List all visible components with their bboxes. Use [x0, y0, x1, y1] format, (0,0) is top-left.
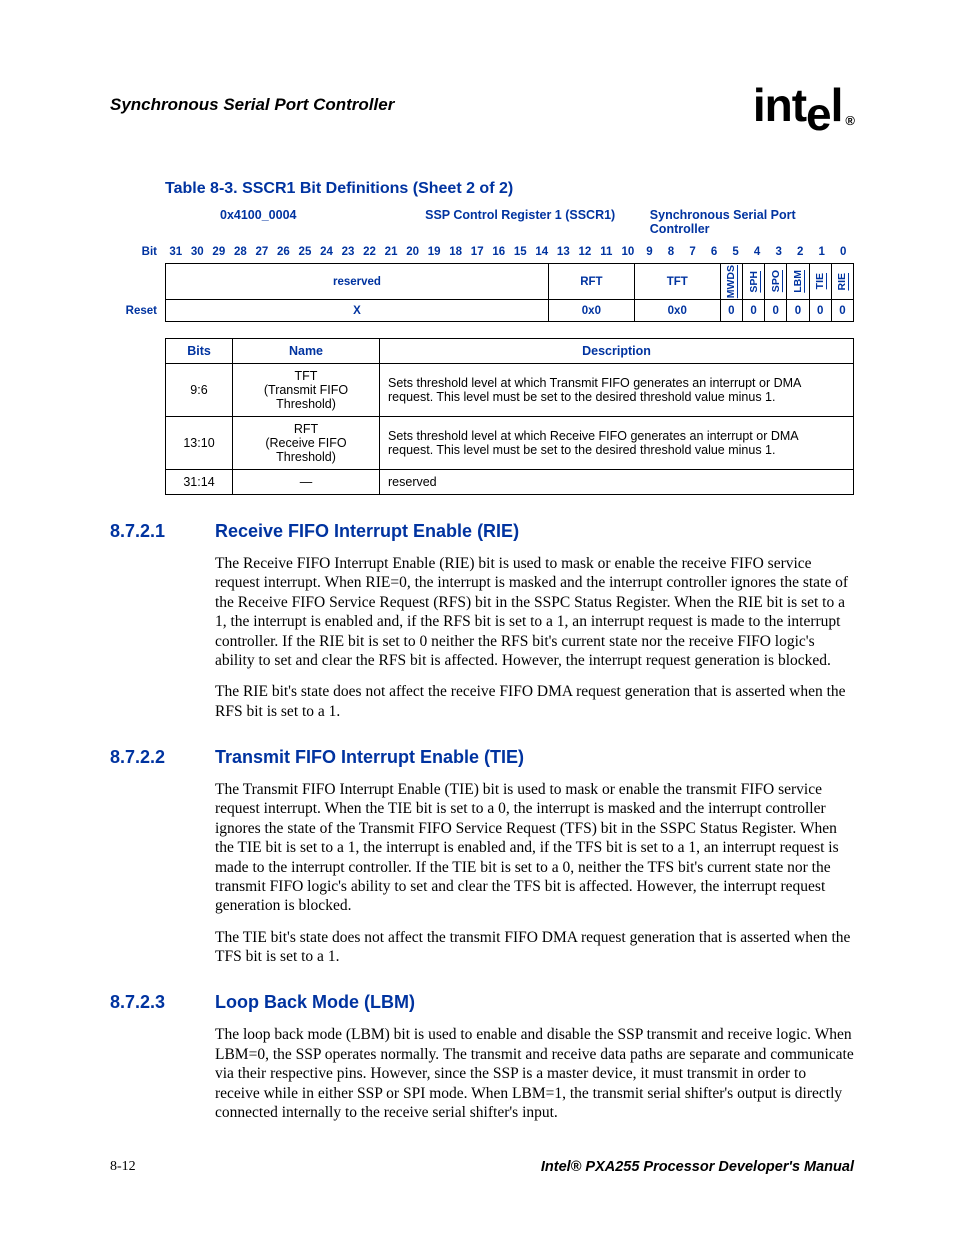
bit-number: 3 — [768, 246, 790, 258]
reset-spo: 0 — [765, 300, 787, 322]
field-mwds: MWDS — [721, 264, 743, 300]
bit-number: 9 — [639, 246, 661, 258]
reset-rft: 0x0 — [549, 300, 635, 322]
cell-bits: 31:14 — [166, 470, 233, 495]
bit-number: 2 — [789, 246, 811, 258]
bit-number: 10 — [617, 246, 639, 258]
bit-numbers: 3130292827262524232221201918171615141312… — [165, 246, 854, 258]
register-address: 0x4100_0004 — [165, 208, 425, 236]
intel-logo: intel® — [753, 78, 854, 132]
bit-number: 12 — [574, 246, 596, 258]
cell-desc: Sets threshold level at which Transmit F… — [380, 364, 854, 417]
table-caption: Table 8-3. SSCR1 Bit Definitions (Sheet … — [165, 180, 854, 198]
bit-number: 30 — [187, 246, 209, 258]
section-number: 8.7.2.1 — [110, 521, 215, 542]
page-header: Synchronous Serial Port Controller intel… — [110, 78, 854, 132]
field-rft: RFT — [549, 264, 635, 300]
section-heading: 8.7.2.2Transmit FIFO Interrupt Enable (T… — [110, 747, 854, 768]
description-table: Bits Name Description 9:6TFT(Transmit FI… — [165, 338, 854, 495]
bit-diagram: Bit 313029282726252423222120191817161514… — [110, 246, 854, 322]
bit-number: 31 — [165, 246, 187, 258]
field-tie: TIE — [810, 264, 832, 300]
page-footer: 8-12 Intel® PXA255 Processor Developer's… — [110, 1159, 854, 1175]
field-rie: RIE — [832, 264, 854, 300]
bit-number: 8 — [660, 246, 682, 258]
bit-number: 24 — [316, 246, 338, 258]
cell-name: TFT(Transmit FIFO Threshold) — [233, 364, 380, 417]
paragraph: The TIE bit's state does not affect the … — [215, 928, 854, 967]
cell-name: — — [233, 470, 380, 495]
bit-number: 29 — [208, 246, 230, 258]
th-name: Name — [233, 339, 380, 364]
paragraph: The loop back mode (LBM) bit is used to … — [215, 1025, 854, 1122]
bit-number: 19 — [423, 246, 445, 258]
paragraph: The Receive FIFO Interrupt Enable (RIE) … — [215, 554, 854, 670]
bit-number: 16 — [488, 246, 510, 258]
section-heading: 8.7.2.3Loop Back Mode (LBM) — [110, 992, 854, 1013]
manual-title: Intel® PXA255 Processor Developer's Manu… — [541, 1159, 854, 1175]
bit-label: Bit — [110, 246, 165, 258]
paragraph: The RIE bit's state does not affect the … — [215, 682, 854, 721]
reset-tft: 0x0 — [635, 300, 721, 322]
section-title: Loop Back Mode (LBM) — [215, 992, 415, 1013]
field-lbm: LBM — [787, 264, 809, 300]
bit-number: 14 — [531, 246, 553, 258]
field-spo: SPO — [765, 264, 787, 300]
section-title: Transmit FIFO Interrupt Enable (TIE) — [215, 747, 524, 768]
page: Synchronous Serial Port Controller intel… — [0, 0, 954, 1235]
register-name: SSP Control Register 1 (SSCR1) — [425, 208, 650, 236]
section-title: Receive FIFO Interrupt Enable (RIE) — [215, 521, 519, 542]
bit-number: 17 — [466, 246, 488, 258]
bit-number: 22 — [359, 246, 381, 258]
cell-bits: 13:10 — [166, 417, 233, 470]
cell-name: RFT(Receive FIFO Threshold) — [233, 417, 380, 470]
table-row: 13:10RFT(Receive FIFO Threshold)Sets thr… — [166, 417, 854, 470]
field-row: reserved RFT TFT MWDS SPH SPO LBM TIE RI… — [165, 263, 854, 300]
bit-number: 20 — [402, 246, 424, 258]
th-bits: Bits — [166, 339, 233, 364]
bit-number: 27 — [251, 246, 273, 258]
field-reserved: reserved — [166, 264, 549, 300]
table-row: 31:14—reserved — [166, 470, 854, 495]
field-tft: TFT — [635, 264, 721, 300]
reset-rie: 0 — [832, 300, 854, 322]
table-row: 9:6TFT(Transmit FIFO Threshold)Sets thre… — [166, 364, 854, 417]
cell-desc: reserved — [380, 470, 854, 495]
bit-number: 25 — [294, 246, 316, 258]
bit-number: 11 — [596, 246, 618, 258]
bit-number: 28 — [230, 246, 252, 258]
bit-number: 15 — [510, 246, 532, 258]
bit-number: 4 — [746, 246, 768, 258]
reset-mwds: 0 — [721, 300, 743, 322]
paragraph: The Transmit FIFO Interrupt Enable (TIE)… — [215, 780, 854, 916]
reset-label: Reset — [110, 300, 165, 322]
section-heading: 8.7.2.1Receive FIFO Interrupt Enable (RI… — [110, 521, 854, 542]
doc-title: Synchronous Serial Port Controller — [110, 95, 394, 115]
bit-number: 5 — [725, 246, 747, 258]
bit-number: 18 — [445, 246, 467, 258]
bit-number: 13 — [553, 246, 575, 258]
reset-reserved: X — [166, 300, 549, 322]
section-number: 8.7.2.3 — [110, 992, 215, 1013]
bit-number: 21 — [380, 246, 402, 258]
bit-number: 6 — [703, 246, 725, 258]
cell-bits: 9:6 — [166, 364, 233, 417]
reset-row: X 0x0 0x0 0 0 0 0 0 0 — [165, 300, 854, 322]
bit-number: 26 — [273, 246, 295, 258]
page-number: 8-12 — [110, 1159, 136, 1175]
bit-number: 7 — [682, 246, 704, 258]
field-sph: SPH — [743, 264, 765, 300]
cell-desc: Sets threshold level at which Receive FI… — [380, 417, 854, 470]
reset-sph: 0 — [743, 300, 765, 322]
bit-number: 0 — [832, 246, 854, 258]
bit-number: 1 — [811, 246, 833, 258]
reset-tie: 0 — [810, 300, 832, 322]
bit-number: 23 — [337, 246, 359, 258]
reset-lbm: 0 — [787, 300, 809, 322]
register-controller: Synchronous Serial Port Controller — [650, 208, 854, 236]
register-info-row: 0x4100_0004 SSP Control Register 1 (SSCR… — [165, 208, 854, 236]
section-number: 8.7.2.2 — [110, 747, 215, 768]
th-desc: Description — [380, 339, 854, 364]
